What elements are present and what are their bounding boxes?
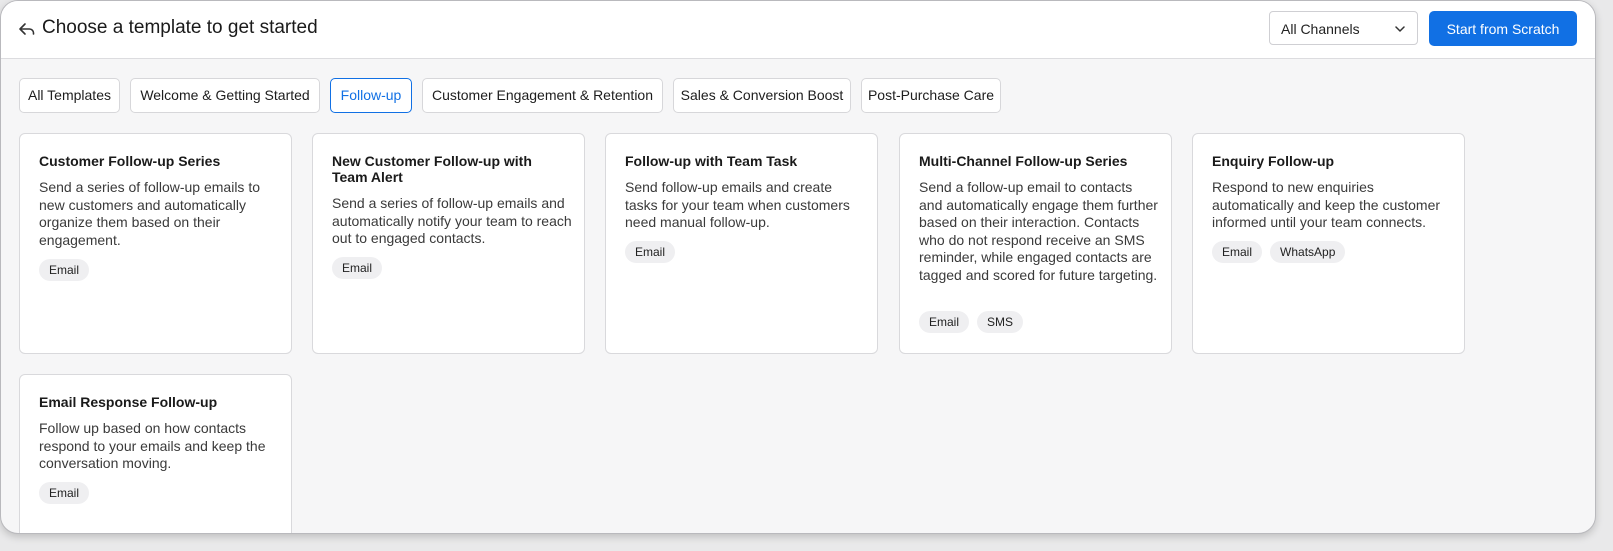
- card-title: Enquiry Follow-up: [1212, 153, 1335, 169]
- card-description: Send follow-up emails and create tasks f…: [625, 179, 850, 230]
- chevron-down-icon: [1393, 22, 1407, 36]
- channel-badges: Email: [39, 482, 90, 504]
- page-title: Choose a template to get started: [42, 17, 318, 38]
- tab-follow-up[interactable]: Follow-up: [330, 78, 412, 113]
- channel-select-value: All Channels: [1281, 21, 1360, 37]
- card-title: Customer Follow-up Series: [39, 153, 221, 169]
- template-card-multi-channel-follow-up-series[interactable]: Multi-Channel Follow-up Series Send a fo…: [899, 133, 1172, 354]
- card-title: New Customer Follow-up with Team Alert: [332, 153, 532, 185]
- channel-badge: Email: [39, 482, 90, 504]
- channel-badge: Email: [39, 259, 90, 281]
- channel-badges: Email: [332, 257, 383, 279]
- header-bar: Choose a template to get started All Cha…: [1, 1, 1595, 59]
- template-card-customer-follow-up-series[interactable]: Customer Follow-up Series Send a series …: [19, 133, 292, 354]
- template-card-email-response-follow-up[interactable]: Email Response Follow-up Follow up based…: [19, 374, 292, 533]
- tab-all-templates[interactable]: All Templates: [19, 78, 120, 113]
- card-description: Send a series of follow-up emails and au…: [332, 195, 572, 246]
- tab-customer-engagement-retention[interactable]: Customer Engagement & Retention: [422, 78, 663, 113]
- card-description: Send a follow-up email to contacts and a…: [919, 179, 1158, 283]
- card-title: Multi-Channel Follow-up Series: [919, 153, 1128, 169]
- channel-badge: Email: [919, 311, 970, 333]
- channel-badge: WhatsApp: [1270, 241, 1346, 263]
- channel-select[interactable]: All Channels: [1269, 11, 1418, 45]
- template-card-enquiry-follow-up[interactable]: Enquiry Follow-up Respond to new enquiri…: [1192, 133, 1465, 354]
- channel-badge: SMS: [977, 311, 1024, 333]
- channel-badge: Email: [332, 257, 383, 279]
- channel-badges: Email SMS: [919, 311, 1024, 333]
- channel-badges: Email WhatsApp: [1212, 241, 1346, 263]
- card-title: Email Response Follow-up: [39, 394, 218, 410]
- back-arrow-icon[interactable]: [17, 19, 37, 39]
- card-description: Follow up based on how contacts respond …: [39, 420, 266, 471]
- tab-post-purchase-care[interactable]: Post-Purchase Care: [861, 78, 1001, 113]
- template-chooser-window: Choose a template to get started All Cha…: [0, 0, 1596, 534]
- channel-badge: Email: [1212, 241, 1263, 263]
- channel-badge: Email: [625, 241, 676, 263]
- tab-welcome-getting-started[interactable]: Welcome & Getting Started: [130, 78, 320, 113]
- card-description: Respond to new enquiries automatically a…: [1212, 179, 1441, 230]
- card-description: Send a series of follow-up emails to new…: [39, 179, 260, 248]
- channel-badges: Email: [39, 259, 90, 281]
- template-card-new-customer-follow-up-team-alert[interactable]: New Customer Follow-up with Team Alert S…: [312, 133, 585, 354]
- tab-sales-conversion-boost[interactable]: Sales & Conversion Boost: [673, 78, 851, 113]
- template-card-follow-up-team-task[interactable]: Follow-up with Team Task Send follow-up …: [605, 133, 878, 354]
- channel-badges: Email: [625, 241, 676, 263]
- card-title: Follow-up with Team Task: [625, 153, 798, 169]
- start-from-scratch-button[interactable]: Start from Scratch: [1429, 11, 1577, 46]
